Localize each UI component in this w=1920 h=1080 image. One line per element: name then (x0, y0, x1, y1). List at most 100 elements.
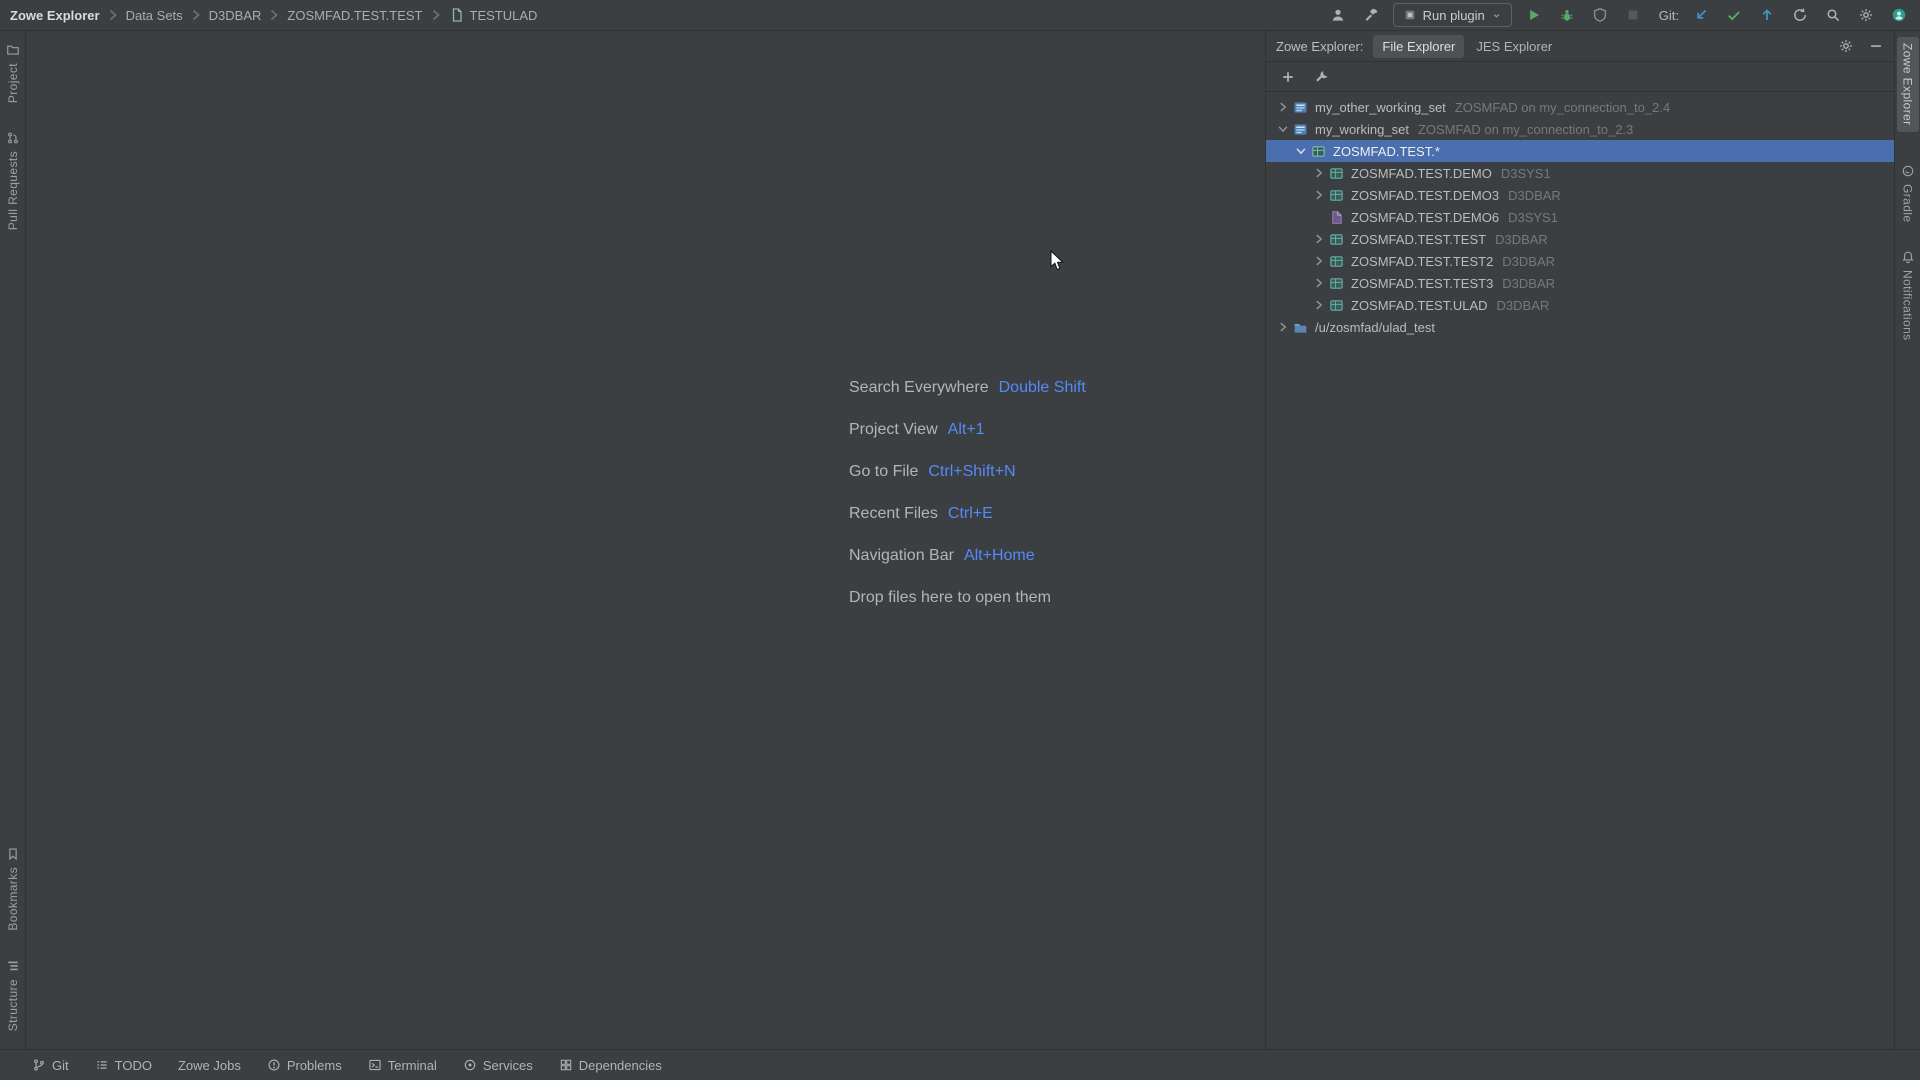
tree-item-zosmfad-test-[interactable]: ZOSMFAD.TEST.* (1266, 140, 1894, 162)
right-tool-stripe: Zowe Explorer Gradle Notifications (1894, 31, 1920, 1049)
breadcrumb-item-data-sets[interactable]: Data Sets (126, 8, 183, 23)
hide-tool-window-button[interactable] (1866, 36, 1886, 56)
tree-item-detail: D3SYS1 (1508, 210, 1558, 225)
tab-file-explorer[interactable]: File Explorer (1373, 35, 1464, 58)
stop-button[interactable] (1622, 4, 1644, 26)
push-button[interactable] (1756, 4, 1778, 26)
tree-item-my-other-working-set[interactable]: my_other_working_setZOSMFAD on my_connec… (1266, 96, 1894, 118)
statusbar-label: Problems (287, 1058, 342, 1073)
chevron-right-icon[interactable] (1276, 320, 1290, 334)
run-configuration-select[interactable]: Run plugin (1393, 3, 1512, 27)
breadcrumb-item-zowe-explorer[interactable]: Zowe Explorer (10, 8, 100, 23)
run-icon (1526, 7, 1542, 23)
breadcrumb-item-d3dbar[interactable]: D3DBAR (209, 8, 262, 23)
tree-item-my-working-set[interactable]: my_working_setZOSMFAD on my_connection_t… (1266, 118, 1894, 140)
dataset-icon (1329, 276, 1344, 291)
stripe-item-notifications[interactable]: Notifications (1897, 244, 1919, 347)
dataset-member-icon (449, 7, 465, 23)
tree-item-zosmfad-test-test3[interactable]: ZOSMFAD.TEST.TEST3D3DBAR (1266, 272, 1894, 294)
dataset-mask-icon (1311, 144, 1326, 159)
statusbar-problems[interactable]: Problems (267, 1058, 342, 1073)
chevron-right-icon[interactable] (1312, 232, 1326, 246)
breadcrumb-separator-icon (188, 7, 204, 23)
plugin-icon (1403, 8, 1417, 22)
terminal-icon (368, 1058, 382, 1072)
editor-empty-state[interactable]: Search EverywhereDouble ShiftProject Vie… (26, 31, 1266, 1049)
chevron-right-icon[interactable] (1312, 188, 1326, 202)
tree-item-zosmfad-test-demo3[interactable]: ZOSMFAD.TEST.DEMO3D3DBAR (1266, 184, 1894, 206)
tree-item-detail: D3DBAR (1508, 188, 1561, 203)
add-button[interactable] (1278, 67, 1298, 87)
tree-item-label: /u/zosmfad/ulad_test (1315, 320, 1435, 335)
hint-shortcut: Double Shift (999, 379, 1086, 396)
settings-gear-button[interactable] (1836, 36, 1856, 56)
debug-button[interactable] (1556, 4, 1578, 26)
build-button[interactable] (1360, 4, 1382, 26)
hint-label: Go to File (849, 463, 918, 480)
chevron-down-icon[interactable] (1276, 122, 1290, 136)
tree-item-zosmfad-test-demo[interactable]: ZOSMFAD.TEST.DEMOD3SYS1 (1266, 162, 1894, 184)
stripe-item-project[interactable]: Project (2, 37, 24, 109)
stripe-item-structure[interactable]: Structure (2, 953, 24, 1037)
stripe-item-gradle[interactable]: Gradle (1897, 158, 1919, 228)
hint-shortcut: Ctrl+E (948, 505, 993, 522)
recent-history-button[interactable] (1789, 4, 1811, 26)
chevron-down-icon[interactable] (1294, 144, 1308, 158)
tree-item-zosmfad-test-test2[interactable]: ZOSMFAD.TEST.TEST2D3DBAR (1266, 250, 1894, 272)
statusbar-services[interactable]: Services (463, 1058, 533, 1073)
tree-item-zosmfad-test-ulad[interactable]: ZOSMFAD.TEST.ULADD3DBAR (1266, 294, 1894, 316)
search-everywhere-icon (1825, 7, 1841, 23)
hint-label: Drop files here to open them (849, 589, 1051, 606)
todo-icon (95, 1058, 109, 1072)
settings-gear-button[interactable] (1855, 4, 1877, 26)
stripe-label: Bookmarks (6, 867, 20, 931)
tree-item-label: my_working_set (1315, 122, 1409, 137)
left-stripe-top-group: Project Pull Requests (0, 37, 25, 236)
tree-item-zosmfad-test-demo6[interactable]: ZOSMFAD.TEST.DEMO6D3SYS1 (1266, 206, 1894, 228)
commit-button[interactable] (1723, 4, 1745, 26)
dataset-icon (1329, 188, 1344, 203)
user-avatar-button[interactable] (1888, 4, 1910, 26)
toolbar-actions: Run pluginGit: (1327, 3, 1910, 27)
breadcrumb-item-testulad[interactable]: TESTULAD (449, 7, 538, 23)
breadcrumb-item-zosmfad-test-test[interactable]: ZOSMFAD.TEST.TEST (287, 8, 422, 23)
tree-item--u-zosmfad-ulad-test[interactable]: /u/zosmfad/ulad_test (1266, 316, 1894, 338)
statusbar-label: TODO (115, 1058, 152, 1073)
edit-settings-button[interactable] (1312, 67, 1332, 87)
pull-requests-icon (6, 131, 20, 145)
tab-jes-explorer[interactable]: JES Explorer (1467, 35, 1561, 58)
statusbar-todo[interactable]: TODO (95, 1058, 152, 1073)
structure-icon (6, 959, 20, 973)
breadcrumb-label: TESTULAD (470, 8, 538, 23)
chevron-right-icon[interactable] (1312, 298, 1326, 312)
breadcrumb-separator-icon (428, 7, 444, 23)
statusbar-label: Zowe Jobs (178, 1058, 241, 1073)
chevron-right-icon[interactable] (1276, 100, 1290, 114)
chevron-right-icon[interactable] (1312, 254, 1326, 268)
stripe-item-pull-requests[interactable]: Pull Requests (2, 125, 24, 236)
statusbar-zowe-jobs[interactable]: Zowe Jobs (178, 1058, 241, 1073)
right-stripe-top-group: Zowe Explorer (1895, 37, 1920, 132)
search-everywhere-button[interactable] (1822, 4, 1844, 26)
user-menu-button[interactable] (1327, 4, 1349, 26)
editor-hint: Drop files here to open them (849, 588, 1086, 608)
chevron-right-icon[interactable] (1312, 166, 1326, 180)
stripe-item-bookmarks[interactable]: Bookmarks (2, 841, 24, 937)
left-tool-stripe: Project Pull Requests Bookmarks Structure (0, 31, 26, 1049)
sequential-dataset-icon (1329, 210, 1344, 225)
stripe-item-zowe-explorer[interactable]: Zowe Explorer (1897, 37, 1919, 132)
statusbar-terminal[interactable]: Terminal (368, 1058, 437, 1073)
left-stripe-bottom-group: Bookmarks Structure (0, 841, 25, 1043)
breadcrumb: Zowe Explorer Data Sets D3DBAR ZOSMFAD.TEST… (10, 7, 537, 23)
debug-icon (1559, 7, 1575, 23)
run-with-coverage-button[interactable] (1589, 4, 1611, 26)
statusbar-dependencies[interactable]: Dependencies (559, 1058, 662, 1073)
update-project-button[interactable] (1690, 4, 1712, 26)
statusbar-git[interactable]: Git (32, 1058, 69, 1073)
statusbar-label: Dependencies (579, 1058, 662, 1073)
chevron-right-icon[interactable] (1312, 276, 1326, 290)
tree-item-label: my_other_working_set (1315, 100, 1446, 115)
tree-item-zosmfad-test-test[interactable]: ZOSMFAD.TEST.TESTD3DBAR (1266, 228, 1894, 250)
run-button[interactable] (1523, 4, 1545, 26)
breadcrumb-label: Zowe Explorer (10, 8, 100, 23)
